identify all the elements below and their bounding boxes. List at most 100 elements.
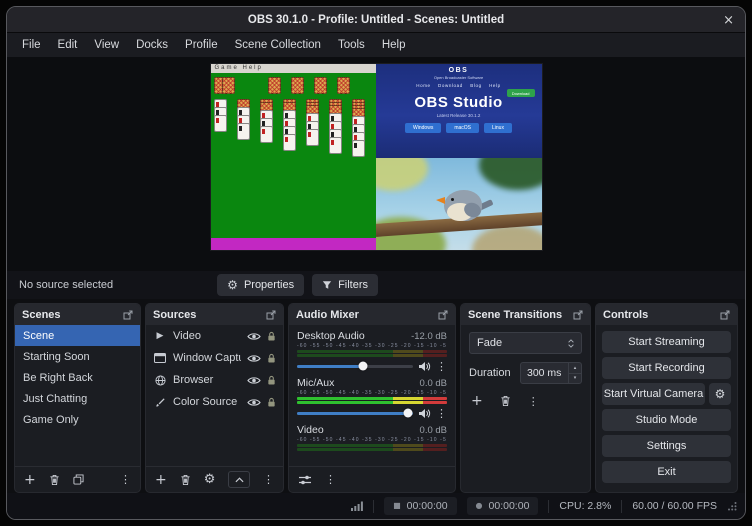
remove-scene-button[interactable] — [49, 474, 60, 486]
source-properties-button[interactable]: ⚙ — [204, 472, 216, 487]
source-row[interactable]: Color Source — [146, 391, 283, 413]
source-row[interactable]: Window Captur — [146, 347, 283, 369]
scenes-dock: Scenes Scene Starting Soon Be Right Back… — [14, 303, 141, 493]
duplicate-scene-button[interactable] — [73, 474, 84, 485]
eye-icon[interactable] — [247, 376, 261, 385]
card-column — [352, 99, 365, 157]
add-transition-button[interactable]: + — [471, 394, 483, 408]
channel-menu-button[interactable]: ⋮ — [436, 408, 447, 419]
filter-icon — [322, 280, 332, 290]
controls-dock-header[interactable]: Controls — [596, 304, 737, 325]
scene-list: Scene Starting Soon Be Right Back Just C… — [15, 325, 140, 430]
advanced-audio-button[interactable] — [298, 474, 312, 486]
site-subhead: Latest Release 30.1.2 — [376, 113, 542, 118]
start-recording-button[interactable]: Start Recording — [602, 357, 731, 379]
stream-icon: ● — [476, 502, 483, 510]
popout-dock-icon — [573, 310, 583, 320]
menu-item-profile[interactable]: Profile — [177, 36, 226, 54]
popout-dock-icon — [720, 310, 730, 320]
close-button[interactable]: × — [723, 7, 734, 33]
settings-button[interactable]: Settings — [602, 435, 731, 457]
volume-ticks: -60 -55 -50 -45 -40 -35 -30 -25 -20 -15 … — [297, 437, 447, 443]
bird-eye — [451, 198, 454, 201]
mixer-toolbar: ⋮ — [289, 466, 455, 492]
lock-icon[interactable] — [267, 353, 276, 364]
transitions-dock-header[interactable]: Scene Transitions — [461, 304, 590, 325]
slider-knob[interactable] — [404, 409, 413, 418]
lock-icon[interactable] — [267, 375, 276, 386]
transition-menu-button[interactable]: ⋮ — [528, 396, 539, 407]
scene-item[interactable]: Game Only — [15, 409, 140, 430]
channel-menu-button[interactable]: ⋮ — [436, 361, 447, 372]
start-virtual-camera-button[interactable]: Start Virtual Camera — [602, 383, 705, 405]
start-streaming-button[interactable]: Start Streaming — [602, 331, 731, 353]
sources-dock: Sources ▶ Video — [145, 303, 284, 493]
virtual-camera-settings-button[interactable]: ⚙ — [709, 383, 731, 405]
scene-item[interactable]: Just Chatting — [15, 388, 140, 409]
volume-meter — [297, 350, 447, 353]
add-scene-button[interactable]: + — [24, 473, 36, 487]
exit-button[interactable]: Exit — [602, 461, 731, 483]
network-stats-icon — [351, 501, 363, 511]
menu-item-file[interactable]: File — [14, 36, 49, 54]
spin-down-button[interactable]: ▾ — [569, 373, 581, 384]
scenes-menu-button[interactable]: ⋮ — [120, 474, 131, 485]
audio-mixer-dock-header[interactable]: Audio Mixer — [289, 304, 455, 325]
eye-icon[interactable] — [247, 398, 261, 407]
sources-dock-title: Sources — [153, 309, 196, 321]
remove-source-button[interactable] — [180, 474, 191, 486]
source-label: Window Captur — [173, 352, 241, 364]
playing-card — [260, 126, 273, 143]
studio-mode-button[interactable]: Studio Mode — [602, 409, 731, 431]
sources-dock-header[interactable]: Sources — [146, 304, 283, 325]
preview-area: Game Help — [7, 57, 745, 271]
speaker-icon[interactable] — [418, 408, 431, 419]
playing-card — [337, 77, 350, 94]
duration-spinbox[interactable]: 300 ms ▴ ▾ — [520, 362, 582, 384]
lock-icon[interactable] — [267, 397, 276, 408]
remove-transition-button[interactable] — [500, 395, 511, 407]
add-source-button[interactable]: + — [155, 473, 167, 487]
menu-item-scene-collection[interactable]: Scene Collection — [227, 36, 329, 54]
channel-volume-db: 0.0 dB — [420, 378, 447, 389]
status-bar: ■ 00:00:00 ● 00:00:00 CPU: 2.8% 60.00 / … — [7, 493, 745, 519]
properties-label: Properties — [244, 279, 294, 291]
scene-item[interactable]: Starting Soon — [15, 346, 140, 367]
source-status-label: No source selected — [19, 279, 113, 291]
menu-item-docks[interactable]: Docks — [128, 36, 176, 54]
transition-select[interactable]: Fade — [469, 332, 582, 354]
menu-item-tools[interactable]: Tools — [330, 36, 373, 54]
menu-item-view[interactable]: View — [86, 36, 127, 54]
menu-item-edit[interactable]: Edit — [50, 36, 86, 54]
sources-menu-button[interactable]: ⋮ — [263, 474, 274, 485]
menu-bar: File Edit View Docks Profile Scene Colle… — [7, 33, 745, 57]
eye-icon[interactable] — [247, 354, 261, 363]
site-button-windows: Windows — [405, 123, 441, 133]
eye-icon[interactable] — [247, 332, 261, 341]
scene-item-selected[interactable]: Scene — [15, 325, 140, 346]
mixer-menu-button[interactable]: ⋮ — [325, 474, 336, 485]
title-bar[interactable]: OBS 30.1.0 - Profile: Untitled - Scenes:… — [7, 7, 745, 33]
menu-item-help[interactable]: Help — [374, 36, 414, 54]
card-column — [283, 99, 296, 151]
bird-preview — [376, 158, 542, 250]
preview-canvas[interactable]: Game Help — [211, 64, 542, 250]
move-source-up-button[interactable] — [228, 471, 250, 488]
volume-slider[interactable] — [297, 412, 413, 415]
source-row[interactable]: Browser — [146, 369, 283, 391]
scenes-dock-header[interactable]: Scenes — [15, 304, 140, 325]
speaker-icon[interactable] — [418, 361, 431, 372]
source-row[interactable]: ▶ Video — [146, 325, 283, 347]
scene-item[interactable]: Be Right Back — [15, 367, 140, 388]
source-list: ▶ Video Window Captur — [146, 325, 283, 413]
volume-slider[interactable] — [297, 365, 413, 368]
resize-grip-icon[interactable] — [727, 501, 737, 511]
lock-icon[interactable] — [267, 331, 276, 342]
slider-knob[interactable] — [359, 362, 368, 371]
volume-ticks: -60 -55 -50 -45 -40 -35 -30 -25 -20 -15 … — [297, 343, 447, 349]
filters-button[interactable]: Filters — [312, 274, 378, 296]
spin-up-button[interactable]: ▴ — [569, 363, 581, 373]
obs-website-preview: OBS Open Broadcaster Software Home Downl… — [376, 64, 542, 158]
properties-button[interactable]: ⚙ Properties — [217, 274, 304, 296]
site-buttons: Windows macOS Linux — [376, 123, 542, 133]
